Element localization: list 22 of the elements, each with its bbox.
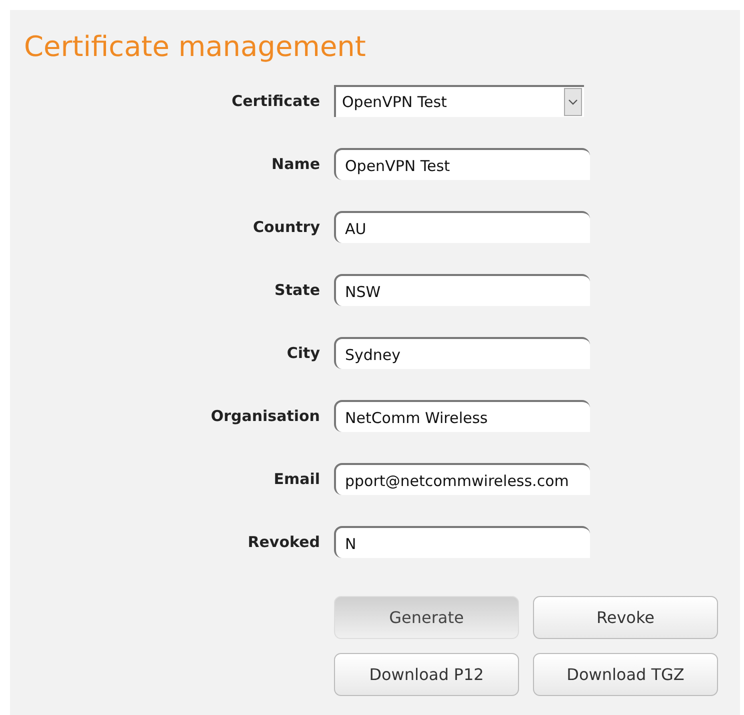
input-field[interactable]: AU [334,211,590,243]
field-label: Organisation [210,407,320,425]
action-button[interactable]: Download P12 [334,653,519,696]
input-field[interactable]: N [334,526,590,558]
input-field[interactable]: pport@netcommwireless.com [334,463,590,495]
field-label: State [274,281,320,299]
page-title: Certificate management [24,30,367,63]
field-label: City [286,344,320,362]
certificate-dropdown[interactable]: OpenVPN Test [334,85,584,117]
input-field[interactable]: Sydney [334,337,590,369]
field-label: Name [270,155,320,173]
field-label: Email [272,470,320,488]
action-button[interactable]: Generate [334,596,519,639]
input-field[interactable]: OpenVPN Test [334,148,590,180]
field-label: Certificate [230,92,320,110]
action-button[interactable]: Download TGZ [533,653,718,696]
input-field[interactable]: NSW [334,274,590,306]
input-field[interactable]: NetComm Wireless [334,400,590,432]
field-label: Country [252,218,320,236]
action-button[interactable]: Revoke [533,596,718,639]
caret-icon [564,88,582,116]
field-label: Revoked [246,533,320,551]
